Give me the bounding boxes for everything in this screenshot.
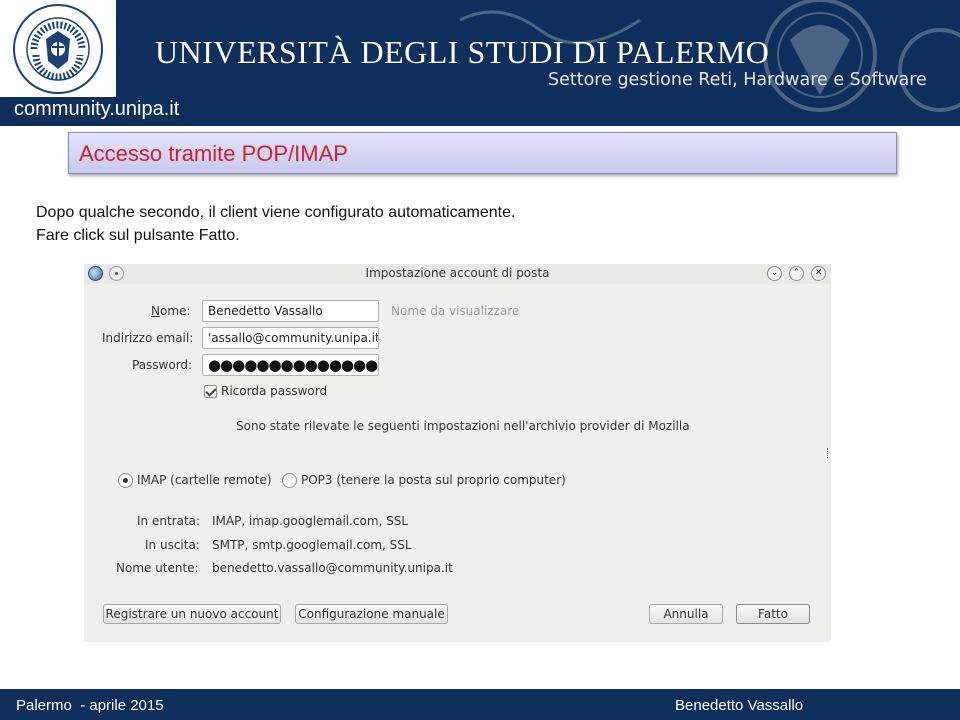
cancel-button[interactable]: Annulla <box>649 604 723 624</box>
imap-radio[interactable] <box>118 473 133 488</box>
email-label: Indirizzo email: <box>102 331 194 345</box>
name-label-text: ome: <box>159 304 191 318</box>
university-name: UNIVERSITÀ DEGLI STUDI DI PALERMO <box>155 34 770 70</box>
email-field[interactable]: 'assallo@community.unipa.it <box>202 327 379 349</box>
footer-author: Benedetto Vassallo <box>675 697 804 714</box>
name-label: Nome: <box>151 304 191 318</box>
remember-password-label[interactable]: Ricorda password <box>221 384 327 398</box>
dialog-titlebar[interactable]: Impostazione account di posta ⌄ ⌃ ✕ <box>84 264 831 284</box>
password-field[interactable]: ●●●●●●●●●●●●●●●● <box>202 354 379 376</box>
pop3-radio[interactable] <box>282 473 297 488</box>
register-account-button[interactable]: Registrare un nuovo account <box>103 604 281 624</box>
pop3-label[interactable]: POP3 (tenere la posta sul proprio comput… <box>301 473 566 487</box>
university-seal-icon <box>13 3 103 94</box>
instruction-line-1: Dopo qualche secondo, il client viene co… <box>36 204 516 221</box>
slide-title: Accesso tramite POP/IMAP <box>79 141 348 166</box>
account-setup-dialog: Impostazione account di posta ⌄ ⌃ ✕ Nome… <box>84 264 831 642</box>
name-hint: Nome da visualizzare <box>391 304 520 318</box>
maximize-icon[interactable]: ⌃ <box>789 266 804 281</box>
slide-footer: Palermo - aprile 2015 Benedetto Vassallo <box>0 689 960 720</box>
dialog-title: Impostazione account di posta <box>365 266 550 280</box>
instruction-line-2: Fare click sul pulsante Fatto. <box>36 227 240 244</box>
password-label: Password: <box>132 358 193 372</box>
imap-label[interactable]: IMAP (cartelle remote) <box>137 473 272 487</box>
incoming-label: In entrata: <box>137 514 201 528</box>
department-name: Settore gestione Reti, Hardware e Softwa… <box>548 70 927 90</box>
slide-title-box: Accesso tramite POP/IMAP <box>68 132 897 174</box>
outgoing-label: In uscita: <box>145 538 200 552</box>
site-name: community.unipa.it <box>14 98 180 120</box>
slide-header: UNIVERSITÀ DEGLI STUDI DI PALERMO Settor… <box>0 0 960 126</box>
done-button[interactable]: Fatto <box>736 604 810 624</box>
footer-date: Palermo - aprile 2015 <box>16 697 164 714</box>
university-seal <box>0 0 116 97</box>
incoming-value: IMAP, imap.googlemail.com, SSL <box>212 514 409 528</box>
scroll-grip[interactable] <box>827 448 830 458</box>
username-value: benedetto.vassallo@community.unipa.it <box>212 561 453 575</box>
outgoing-value: SMTP, smtp.googlemail.com, SSL <box>212 538 412 552</box>
close-icon[interactable]: ✕ <box>811 266 826 281</box>
remember-password-checkbox[interactable] <box>204 385 217 398</box>
name-field[interactable]: Benedetto Vassallo <box>202 300 379 322</box>
detected-settings-text: Sono state rilevate le seguenti impostaz… <box>236 419 690 433</box>
manual-config-button[interactable]: Configurazione manuale <box>295 604 448 624</box>
username-label: Nome utente: <box>116 561 199 575</box>
minimize-icon[interactable]: ⌄ <box>767 266 782 281</box>
